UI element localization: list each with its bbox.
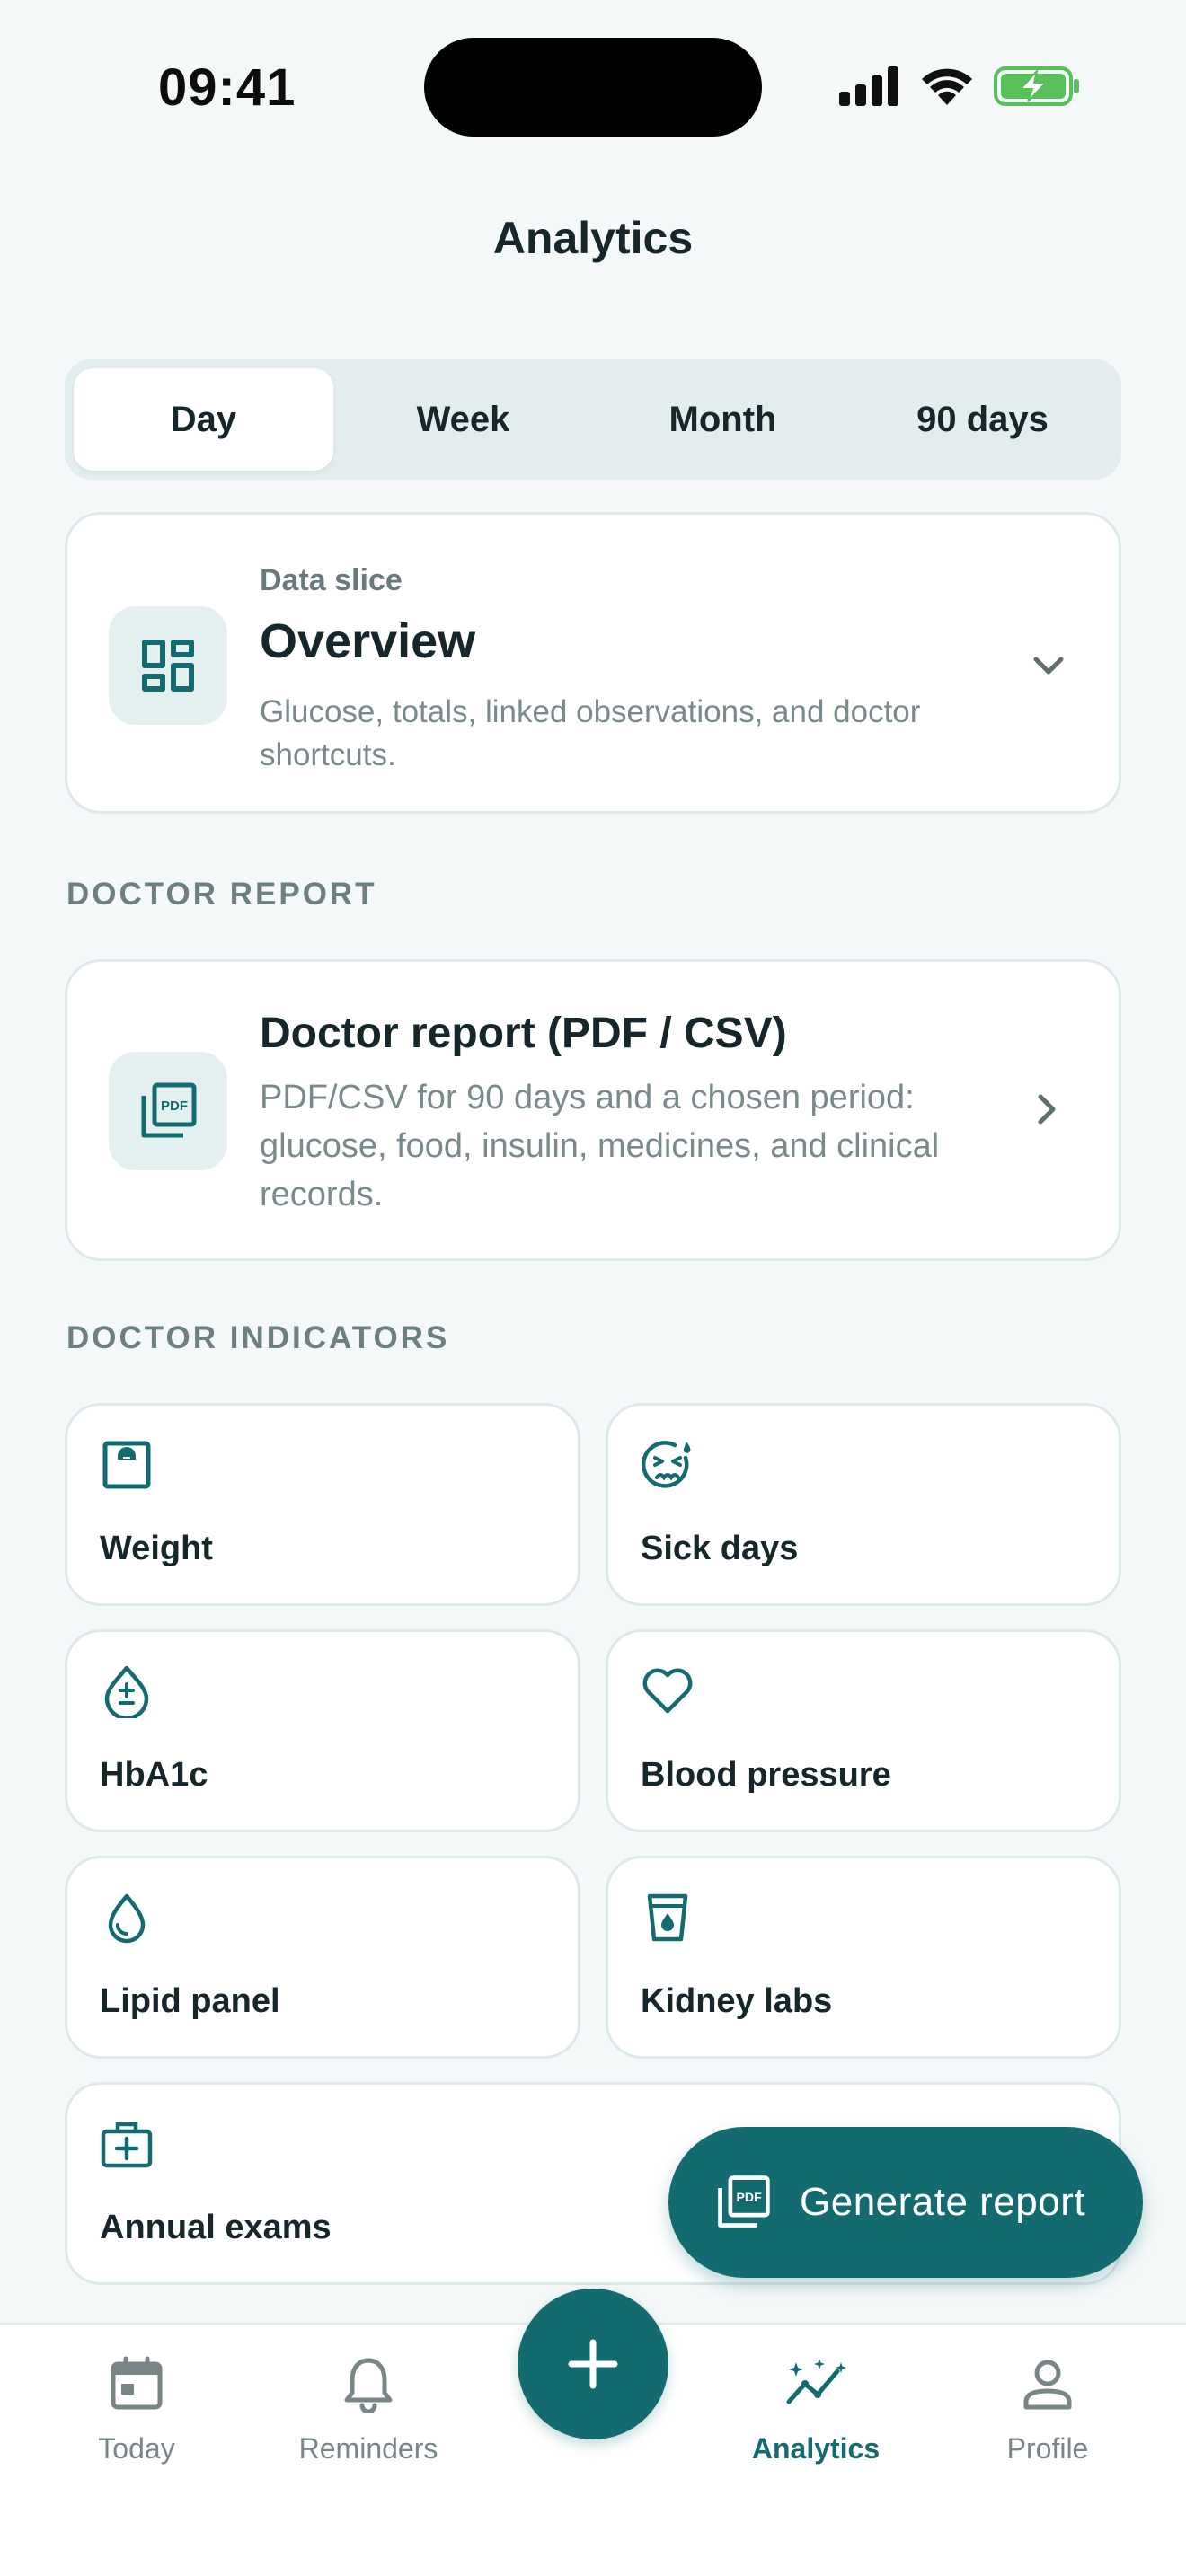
status-icons — [839, 63, 1082, 110]
indicator-hba1c[interactable]: HbA1c — [65, 1629, 580, 1832]
page-title: Analytics — [492, 213, 694, 263]
tab-profile[interactable]: Profile — [940, 2355, 1155, 2466]
section-heading-doctor-report: DOCTOR REPORT — [66, 877, 377, 912]
indicator-sick-days[interactable]: Sick days — [606, 1403, 1121, 1606]
tab-today[interactable]: Today — [29, 2355, 244, 2466]
data-slice-title: Overview — [260, 614, 476, 668]
indicator-label: Sick days — [641, 1530, 799, 1567]
indicator-label: Annual exams — [100, 2209, 332, 2246]
heart-icon — [642, 1668, 693, 1714]
tab-label: Today — [98, 2432, 175, 2465]
doctor-report-title: Doctor report (PDF / CSV) — [260, 1010, 787, 1057]
generate-report-button[interactable]: PDF Generate report — [668, 2127, 1143, 2278]
svg-text:PDF: PDF — [736, 2190, 762, 2204]
indicator-blood-pressure[interactable]: Blood pressure — [606, 1629, 1121, 1832]
tab-label: Reminders — [298, 2432, 438, 2465]
indicator-weight[interactable]: Weight — [65, 1403, 580, 1606]
tab-analytics[interactable]: Analytics — [708, 2355, 924, 2466]
indicator-label: Blood pressure — [641, 1756, 891, 1794]
dashboard-icon — [109, 606, 227, 725]
person-icon — [1023, 2360, 1072, 2410]
medical-kit-icon — [101, 2122, 153, 2168]
tab-day[interactable]: Day — [74, 368, 333, 471]
data-slice-description: Glucose, totals, linked observations, an… — [260, 694, 921, 772]
generate-report-label: Generate report — [800, 2180, 1086, 2224]
indicator-kidney-labs[interactable]: Kidney labs — [606, 1856, 1121, 2059]
doctor-report-card[interactable]: PDF Doctor report (PDF / CSV) PDF/CSV fo… — [65, 959, 1121, 1261]
bell-icon — [344, 2358, 393, 2413]
tab-month[interactable]: Month — [593, 368, 853, 471]
tab-90-days[interactable]: 90 days — [853, 368, 1112, 471]
wifi-icon — [922, 68, 972, 105]
indicator-label: Kidney labs — [641, 1982, 833, 2020]
chevron-down-icon — [1033, 657, 1064, 675]
section-heading-doctor-indicators: DOCTOR INDICATORS — [66, 1320, 450, 1355]
tab-label: Profile — [1006, 2432, 1089, 2465]
signal-icon — [839, 66, 898, 106]
doctor-report-description: PDF/CSV for 90 days and a chosen period:… — [260, 1079, 940, 1213]
svg-text:PDF: PDF — [161, 1098, 188, 1114]
battery-charging-icon — [994, 66, 1079, 106]
calendar-icon — [111, 2356, 163, 2410]
tab-label: Analytics — [751, 2432, 881, 2465]
scale-icon — [102, 1441, 151, 1489]
plus-icon — [568, 2339, 618, 2389]
analytics-icon — [786, 2359, 846, 2404]
pdf-icon: PDF — [718, 2175, 770, 2228]
cup-icon — [647, 1893, 688, 1942]
indicator-label: Weight — [100, 1530, 213, 1567]
indicator-label: Lipid panel — [100, 1982, 280, 2020]
pdf-icon: PDF — [109, 1052, 227, 1170]
dynamic-island — [424, 38, 762, 137]
blood-drop-icon — [104, 1665, 149, 1718]
period-selector: Day Week Month 90 days — [65, 359, 1121, 480]
drop-icon — [108, 1893, 146, 1944]
status-time: 09:41 — [158, 58, 296, 117]
add-entry-button[interactable] — [518, 2289, 668, 2439]
indicator-label: HbA1c — [100, 1756, 208, 1794]
chevron-right-icon — [1038, 1094, 1056, 1125]
indicator-lipid-panel[interactable]: Lipid panel — [65, 1856, 580, 2059]
tab-week[interactable]: Week — [333, 368, 593, 471]
sick-face-icon — [641, 1441, 691, 1488]
tab-reminders[interactable]: Reminders — [261, 2355, 476, 2466]
data-slice-selector[interactable]: Data slice Overview Glucose, totals, lin… — [65, 512, 1121, 814]
data-slice-label: Data slice — [260, 563, 403, 597]
